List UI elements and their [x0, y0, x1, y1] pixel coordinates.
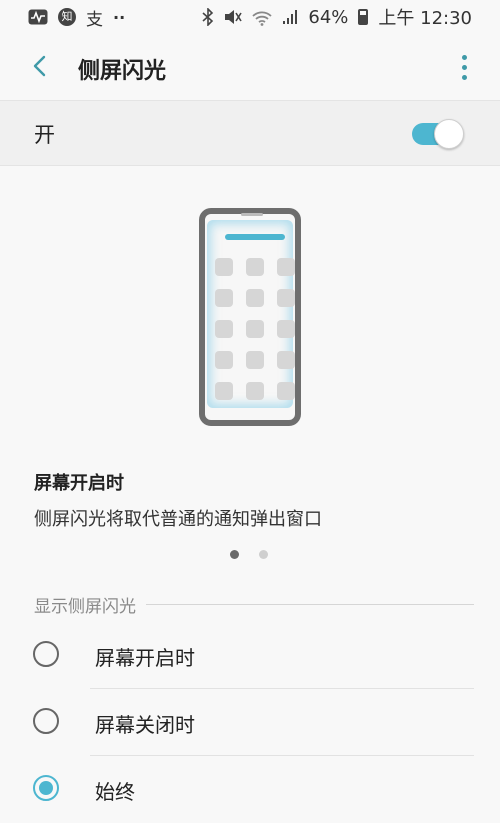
- app-placeholder-icon: [277, 320, 295, 338]
- notification-bar: [225, 234, 285, 240]
- wifi-4g-icon: [252, 8, 272, 26]
- app-placeholder-icon: [215, 258, 233, 276]
- section-header-label: 显示侧屏闪光: [34, 596, 136, 617]
- alipay-icon: 支: [86, 9, 103, 30]
- option-label: 屏幕开启时: [95, 646, 195, 670]
- app-placeholder-icon: [246, 289, 264, 307]
- app-placeholder-icon: [246, 382, 264, 400]
- option-screen-off[interactable]: 屏幕关闭时: [0, 689, 500, 756]
- phone-speaker: [241, 213, 263, 216]
- app-placeholder-icon: [215, 351, 233, 369]
- back-button[interactable]: [22, 48, 58, 84]
- page-dot[interactable]: [259, 550, 268, 559]
- master-switch-toggle[interactable]: [410, 119, 464, 149]
- radio-button-selected[interactable]: [33, 775, 59, 801]
- app-placeholder-icon: [277, 382, 295, 400]
- status-bar-system: 64% 上午 12:30: [202, 4, 472, 30]
- mute-icon: [224, 9, 243, 25]
- section-divider: [146, 603, 474, 605]
- battery-percent: 64%: [308, 6, 349, 28]
- illustration-caption-title: 屏幕开启时: [34, 473, 124, 494]
- phone-illustration: [199, 208, 301, 426]
- page-indicator: [230, 550, 268, 559]
- activity-icon: [28, 9, 48, 25]
- status-time: 上午 12:30: [378, 8, 472, 29]
- more-options-button[interactable]: [456, 50, 472, 84]
- option-screen-on[interactable]: 屏幕开启时: [0, 622, 500, 689]
- back-arrow-icon: [33, 55, 46, 77]
- illustration-caption-desc: 侧屏闪光将取代普通的通知弹出窗口: [34, 509, 322, 530]
- switch-thumb: [434, 119, 464, 149]
- master-switch-label: 开: [34, 123, 55, 147]
- signal-icon: [282, 9, 298, 25]
- app-placeholder-icon: [215, 320, 233, 338]
- status-bar-notifications: 知 支 ··: [28, 5, 125, 30]
- option-always[interactable]: 始终: [0, 756, 500, 823]
- app-placeholder-icon: [215, 382, 233, 400]
- radio-button[interactable]: [33, 708, 59, 734]
- phone-screen-edge-glow: [207, 220, 295, 408]
- page-dot-active[interactable]: [230, 550, 239, 559]
- app-bar: 侧屏闪光: [0, 34, 500, 100]
- more-vert-icon: [461, 54, 467, 60]
- section-header: 显示侧屏闪光: [34, 592, 474, 617]
- app-placeholder-icon: [215, 289, 233, 307]
- option-label: 始终: [95, 780, 135, 804]
- option-label: 屏幕关闭时: [95, 713, 195, 737]
- page-title: 侧屏闪光: [78, 59, 167, 84]
- app-icon-grid: [215, 258, 295, 400]
- app-placeholder-icon: [277, 289, 295, 307]
- zhihu-icon: 知: [58, 8, 76, 26]
- battery-icon: [358, 9, 369, 25]
- more-notifications-icon: ··: [113, 7, 126, 27]
- bluetooth-icon: [202, 8, 214, 26]
- master-switch-row[interactable]: 开: [0, 100, 500, 166]
- app-placeholder-icon: [277, 351, 295, 369]
- app-placeholder-icon: [246, 351, 264, 369]
- app-placeholder-icon: [246, 320, 264, 338]
- app-placeholder-icon: [277, 258, 295, 276]
- radio-button[interactable]: [33, 641, 59, 667]
- status-bar: 知 支 ·· 64% 上午 12:30: [0, 0, 500, 34]
- app-placeholder-icon: [246, 258, 264, 276]
